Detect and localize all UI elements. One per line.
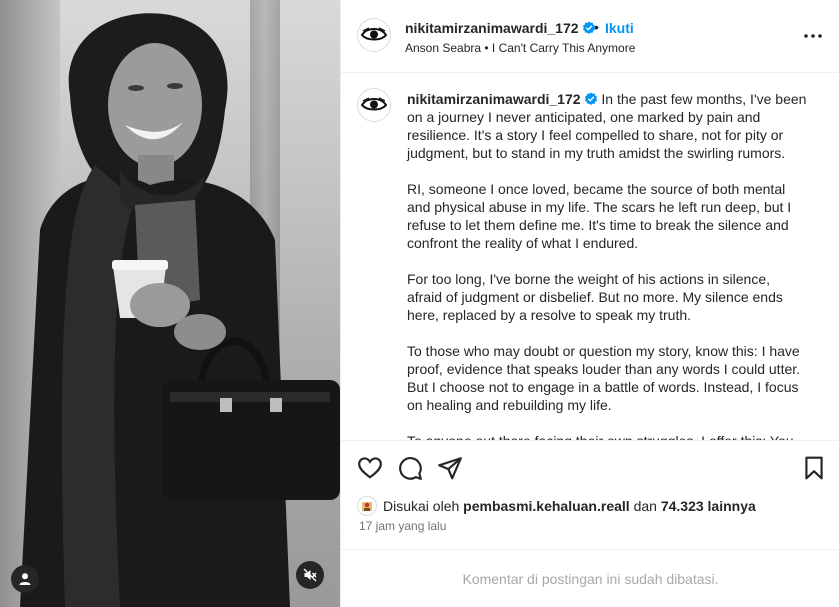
post-header: nikitamirzanimawardi_172 • Ikuti Anson S… [341, 0, 839, 73]
send-icon[interactable] [437, 455, 463, 481]
liker-avatar-icon [362, 502, 372, 511]
avatar[interactable] [357, 88, 391, 122]
comment-icon[interactable] [397, 455, 423, 481]
tagged-users-button[interactable] [11, 565, 39, 593]
username-text[interactable]: nikitamirzanimawardi_172 [405, 20, 579, 36]
avatar[interactable] [357, 18, 391, 52]
caption-paragraph: To those who may doubt or question my st… [407, 343, 801, 413]
audio-link[interactable]: Anson Seabra • I Can't Carry This Anymor… [405, 41, 635, 55]
liker-avatar[interactable] [357, 496, 377, 516]
post-image[interactable] [0, 0, 340, 607]
post-timestamp[interactable]: 17 jam yang lalu [359, 519, 446, 533]
more-options-icon[interactable] [801, 24, 825, 48]
mute-toggle-button[interactable] [296, 561, 324, 589]
separator-dot: • [594, 19, 599, 35]
caption-section: nikitamirzanimawardi_172 In the past few… [341, 73, 839, 440]
profile-logo-icon [360, 97, 388, 111]
liker-username[interactable]: pembasmi.kehaluan.reall [463, 498, 630, 514]
post-caption: nikitamirzanimawardi_172 In the past few… [407, 90, 807, 440]
post-actions [341, 440, 839, 492]
likes-conjunction: dan [633, 498, 657, 514]
verified-badge-icon [584, 92, 597, 105]
post-detail-panel: nikitamirzanimawardi_172 • Ikuti Anson S… [340, 0, 839, 607]
photo-subject [20, 13, 340, 607]
caption-paragraph: For too long, I've borne the weight of h… [407, 271, 783, 323]
user-tag-icon [19, 573, 31, 585]
follow-button[interactable]: Ikuti [605, 20, 634, 36]
likes-prefix: Disukai oleh [383, 498, 460, 514]
profile-logo-icon [360, 27, 388, 41]
audio-muted-icon [303, 568, 317, 582]
likes-count[interactable]: 74.323 lainnya [661, 498, 756, 514]
caption-paragraph: RI, someone I once loved, became the sou… [407, 181, 792, 251]
caption-username[interactable]: nikitamirzanimawardi_172 [407, 91, 581, 107]
comments-restricted-notice: Komentar di postingan ini sudah dibatasi… [341, 549, 839, 607]
likes-summary: Disukai oleh pembasmi.kehaluan.reall dan… [357, 496, 756, 516]
post-username[interactable]: nikitamirzanimawardi_172 [405, 20, 596, 36]
heart-icon[interactable] [357, 455, 383, 481]
caption-paragraph: To anyone out there facing their own str… [407, 432, 807, 440]
bookmark-icon[interactable] [801, 455, 827, 481]
